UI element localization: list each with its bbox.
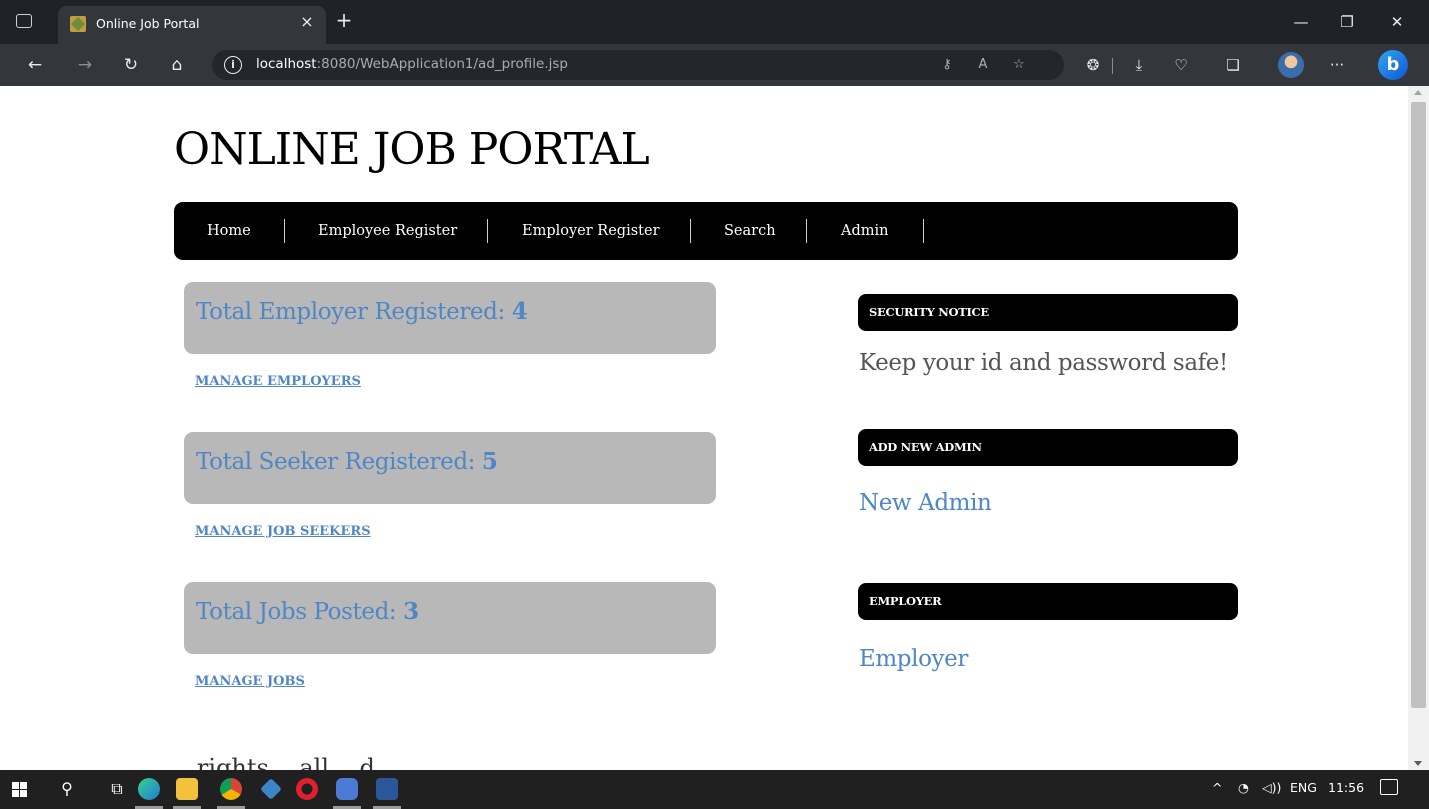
seeker-count-box: Total Seeker Registered: 5	[184, 432, 716, 504]
manage-job-seekers-link[interactable]: MANAGE JOB SEEKERS	[195, 524, 371, 539]
scroll-down-arrow-icon[interactable]	[1414, 761, 1422, 766]
volume-icon[interactable]: ◁))	[1262, 780, 1281, 795]
employer-link[interactable]: Employer	[859, 646, 968, 672]
new-tab-button[interactable]: +	[334, 10, 354, 30]
security-notice-heading: SECURITY NOTICE	[869, 305, 989, 319]
tab-title: Online Job Portal	[96, 16, 200, 31]
manage-employers-link[interactable]: MANAGE EMPLOYERS	[195, 374, 361, 389]
browser-titlebar: Online Job Portal × + — ❐ ✕	[0, 0, 1429, 44]
new-admin-link[interactable]: New Admin	[859, 490, 992, 516]
windows-start-icon[interactable]	[12, 782, 27, 797]
nav-divider	[923, 219, 924, 243]
search-icon[interactable]: ⚲	[56, 778, 78, 800]
bing-copilot-icon[interactable]: b	[1378, 50, 1408, 80]
tab-close-icon[interactable]: ×	[298, 13, 316, 31]
language-indicator[interactable]: ENG	[1290, 780, 1317, 795]
employer-heading: EMPLOYER	[869, 594, 942, 608]
url-text[interactable]: localhost:8080/WebApplication1/ad_profil…	[256, 56, 568, 72]
jobs-count-box: Total Jobs Posted: 3	[184, 582, 716, 654]
key-icon[interactable]: ⚷	[936, 54, 958, 76]
site-favicon-icon	[70, 16, 86, 32]
employer-count-label: Total Employer Registered:	[196, 299, 512, 325]
more-icon[interactable]: ···	[1326, 54, 1348, 76]
security-notice-text: Keep your id and password safe!	[859, 350, 1228, 376]
back-icon[interactable]: ←	[22, 52, 48, 78]
site-title: ONLINE JOB PORTAL	[174, 124, 650, 175]
page-scrollbar[interactable]	[1408, 86, 1429, 770]
chrome-icon[interactable]	[220, 778, 242, 800]
scroll-up-arrow-icon[interactable]	[1414, 90, 1422, 95]
notifications-icon[interactable]	[1380, 779, 1398, 795]
clock[interactable]: 11:56	[1328, 780, 1364, 795]
forward-icon[interactable]: →	[72, 52, 98, 78]
downloads-icon[interactable]: ⤓	[1128, 54, 1150, 76]
employer-header: EMPLOYER	[858, 583, 1238, 620]
netbeans-icon[interactable]	[260, 778, 282, 800]
security-notice-header: SECURITY NOTICE	[858, 294, 1238, 331]
refresh-icon[interactable]: ↻	[118, 52, 144, 78]
employer-count-text: Total Employer Registered: 4	[196, 298, 528, 325]
address-bar[interactable]: i localhost:8080/WebApplication1/ad_prof…	[212, 50, 1064, 80]
nav-employee-register[interactable]: Employee Register	[318, 202, 457, 260]
add-admin-header: ADD NEW ADMIN	[858, 429, 1238, 466]
home-icon[interactable]: ⌂	[164, 52, 190, 78]
task-view-icon[interactable]: ⧉	[106, 778, 128, 800]
seeker-count-label: Total Seeker Registered:	[196, 449, 482, 475]
nav-search[interactable]: Search	[724, 202, 776, 260]
read-aloud-icon[interactable]: A	[972, 54, 994, 76]
main-nav: Home Employee Register Employer Register…	[174, 202, 1238, 260]
add-admin-heading: ADD NEW ADMIN	[869, 440, 982, 454]
tray-chevron-icon[interactable]: ^	[1212, 780, 1222, 795]
restore-button[interactable]: ❐	[1332, 10, 1362, 34]
wifi-icon[interactable]: ◔	[1238, 780, 1249, 795]
employer-count-box: Total Employer Registered: 4	[184, 282, 716, 354]
nav-admin[interactable]: Admin	[841, 202, 888, 260]
file-explorer-icon[interactable]	[176, 778, 198, 800]
nav-home[interactable]: Home	[207, 202, 251, 260]
nav-divider	[690, 219, 691, 243]
windows-taskbar: ⚲ ⧉ ^ ◔ ◁)) ENG 11:56	[0, 770, 1429, 809]
seeker-count-text: Total Seeker Registered: 5	[196, 448, 498, 475]
browser-tab[interactable]: Online Job Portal ×	[58, 6, 326, 44]
nav-divider	[487, 219, 488, 243]
seeker-count-value: 5	[481, 448, 498, 475]
page-viewport: ONLINE JOB PORTAL Home Employee Register…	[0, 86, 1408, 770]
url-host: localhost	[256, 56, 317, 72]
url-path: :8080/WebApplication1/ad_profile.jsp	[316, 56, 568, 72]
minimize-button[interactable]: —	[1286, 10, 1316, 34]
browser-toolbar: ← → ↻ ⌂ i localhost:8080/WebApplication1…	[0, 44, 1429, 86]
manage-jobs-link[interactable]: MANAGE JOBS	[195, 674, 305, 689]
close-window-button[interactable]: ✕	[1382, 10, 1412, 34]
info-icon[interactable]: i	[224, 56, 242, 74]
extensions-icon[interactable]: ❂	[1082, 54, 1104, 76]
word-icon[interactable]	[376, 778, 398, 800]
toolbar-divider	[1112, 58, 1113, 74]
collections-icon[interactable]: ❏	[1222, 54, 1244, 76]
app-icon[interactable]	[336, 778, 358, 800]
profile-avatar[interactable]	[1278, 52, 1304, 78]
jobs-count-label: Total Jobs Posted:	[196, 599, 404, 625]
edge-icon[interactable]	[138, 778, 160, 800]
employer-count-value: 4	[511, 298, 528, 325]
nav-employer-register[interactable]: Employer Register	[522, 202, 660, 260]
jobs-count-value: 3	[403, 598, 419, 625]
scrollbar-thumb[interactable]	[1411, 102, 1426, 708]
opera-icon[interactable]	[296, 778, 318, 800]
nav-divider	[806, 219, 807, 243]
nav-divider	[284, 219, 285, 243]
jobs-count-text: Total Jobs Posted: 3	[196, 598, 419, 625]
favorite-add-icon[interactable]: ☆	[1008, 54, 1030, 76]
browser-essentials-icon[interactable]: ♡	[1170, 54, 1192, 76]
footer-partial-text: ...rights ...all ...d	[174, 754, 375, 770]
tab-actions-icon[interactable]	[16, 14, 32, 28]
